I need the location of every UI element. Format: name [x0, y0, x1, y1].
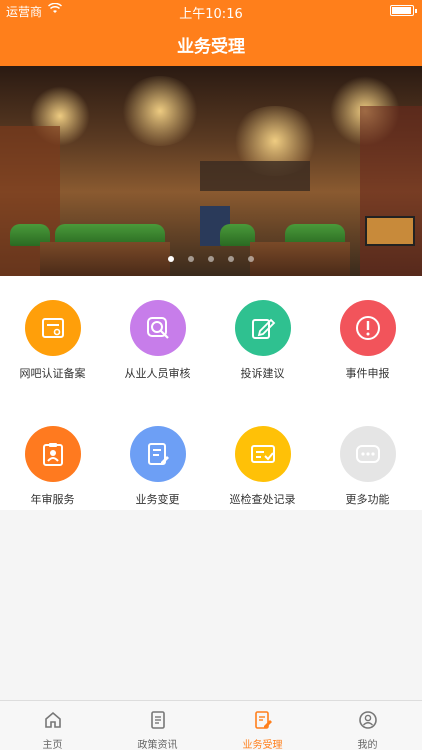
service-label: 年审服务: [30, 493, 75, 506]
service-complaint[interactable]: 投诉建议: [210, 300, 315, 381]
tab-news[interactable]: 政策资讯: [105, 701, 210, 750]
tab-bar: 主页 政策资讯 业务受理 我的: [0, 700, 422, 750]
service-label: 巡检查处记录: [229, 493, 296, 506]
service-label: 投诉建议: [240, 367, 285, 380]
carousel-dot[interactable]: [208, 256, 214, 262]
edit-icon: [234, 300, 291, 356]
service-label: 更多功能: [345, 493, 390, 506]
checklist-icon: [234, 426, 291, 482]
status-time: 上午10:16: [179, 7, 243, 22]
carousel-dots: [0, 247, 422, 266]
service-inspection-records[interactable]: 巡检查处记录: [210, 426, 315, 507]
status-bar: 运营商 上午10:16: [0, 0, 422, 22]
document-edit-icon: [129, 426, 186, 482]
tab-home[interactable]: 主页: [0, 701, 105, 750]
news-icon: [150, 711, 165, 729]
carousel-dot[interactable]: [188, 256, 194, 262]
service-id-card[interactable]: 网吧认证备案: [0, 300, 105, 381]
carousel-dot[interactable]: [228, 256, 234, 262]
alert-icon: [339, 300, 396, 356]
home-icon: [44, 711, 61, 728]
tab-business[interactable]: 业务受理: [210, 701, 315, 750]
banner-carousel[interactable]: [0, 66, 422, 276]
service-grid: 网吧认证备案 从业人员审核 投诉建议 事件申报 年审服务 业务变更 巡检查处记录…: [0, 276, 422, 510]
service-more[interactable]: 更多功能: [315, 426, 420, 507]
tab-label: 业务受理: [242, 740, 283, 750]
service-annual-review[interactable]: 年审服务: [0, 426, 105, 507]
service-business-change[interactable]: 业务变更: [105, 426, 210, 507]
service-label: 事件申报: [345, 367, 390, 380]
magnifier-icon: [129, 300, 186, 356]
service-label: 网吧认证备案: [19, 367, 86, 380]
tab-label: 政策资讯: [137, 740, 178, 750]
service-staff-review[interactable]: 从业人员审核: [105, 300, 210, 381]
tab-label: 我的: [357, 740, 378, 750]
clipboard-person-icon: [24, 426, 81, 482]
service-incident-report[interactable]: 事件申报: [315, 300, 420, 381]
app-header: 运营商 上午10:16 业务受理: [0, 0, 422, 66]
service-label: 从业人员审核: [124, 367, 191, 380]
tab-label: 主页: [42, 740, 63, 750]
user-icon: [358, 711, 377, 729]
business-icon: [254, 711, 272, 729]
battery-icon: [390, 5, 417, 16]
service-label: 业务变更: [135, 493, 180, 506]
tab-profile[interactable]: 我的: [315, 701, 420, 750]
carousel-dot[interactable]: [168, 256, 174, 262]
carousel-dot[interactable]: [248, 256, 254, 262]
page-title: 业务受理: [177, 37, 245, 57]
id-card-icon: [24, 300, 81, 356]
more-icon: [339, 426, 396, 482]
